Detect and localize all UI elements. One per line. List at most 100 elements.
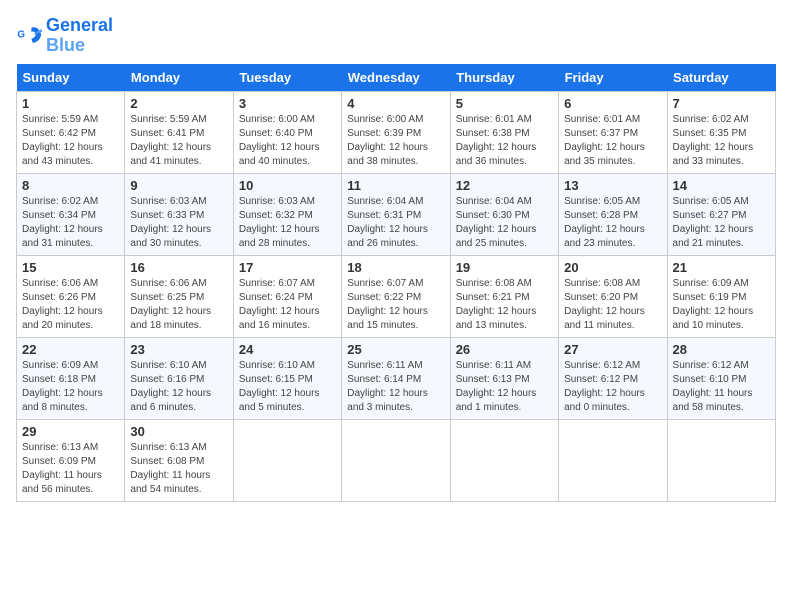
day-number: 11 xyxy=(347,178,444,193)
day-cell-4: 4 Sunrise: 6:00 AM Sunset: 6:39 PM Dayli… xyxy=(342,91,450,173)
day-cell-6: 6 Sunrise: 6:01 AM Sunset: 6:37 PM Dayli… xyxy=(559,91,667,173)
day-info: Sunrise: 6:06 AM Sunset: 6:25 PM Dayligh… xyxy=(130,277,227,333)
day-cell-2: 2 Sunrise: 5:59 AM Sunset: 6:41 PM Dayli… xyxy=(125,91,233,173)
day-info: Sunrise: 6:09 AM Sunset: 6:18 PM Dayligh… xyxy=(22,359,119,415)
day-cell-10: 10 Sunrise: 6:03 AM Sunset: 6:32 PM Dayl… xyxy=(233,173,341,255)
col-header-wednesday: Wednesday xyxy=(342,64,450,92)
day-info: Sunrise: 5:59 AM Sunset: 6:41 PM Dayligh… xyxy=(130,113,227,169)
day-cell-16: 16 Sunrise: 6:06 AM Sunset: 6:25 PM Dayl… xyxy=(125,255,233,337)
empty-cell xyxy=(342,419,450,501)
day-number: 27 xyxy=(564,342,661,357)
day-cell-28: 28 Sunrise: 6:12 AM Sunset: 6:10 PM Dayl… xyxy=(667,337,775,419)
col-header-tuesday: Tuesday xyxy=(233,64,341,92)
day-info: Sunrise: 6:01 AM Sunset: 6:38 PM Dayligh… xyxy=(456,113,553,169)
day-number: 24 xyxy=(239,342,336,357)
col-header-monday: Monday xyxy=(125,64,233,92)
day-info: Sunrise: 6:00 AM Sunset: 6:39 PM Dayligh… xyxy=(347,113,444,169)
day-number: 2 xyxy=(130,96,227,111)
day-cell-14: 14 Sunrise: 6:05 AM Sunset: 6:27 PM Dayl… xyxy=(667,173,775,255)
day-cell-19: 19 Sunrise: 6:08 AM Sunset: 6:21 PM Dayl… xyxy=(450,255,558,337)
day-cell-27: 27 Sunrise: 6:12 AM Sunset: 6:12 PM Dayl… xyxy=(559,337,667,419)
day-number: 12 xyxy=(456,178,553,193)
day-cell-5: 5 Sunrise: 6:01 AM Sunset: 6:38 PM Dayli… xyxy=(450,91,558,173)
day-number: 28 xyxy=(673,342,770,357)
day-info: Sunrise: 6:02 AM Sunset: 6:34 PM Dayligh… xyxy=(22,195,119,251)
day-cell-13: 13 Sunrise: 6:05 AM Sunset: 6:28 PM Dayl… xyxy=(559,173,667,255)
day-number: 13 xyxy=(564,178,661,193)
day-cell-24: 24 Sunrise: 6:10 AM Sunset: 6:15 PM Dayl… xyxy=(233,337,341,419)
page-header: G GeneralBlue xyxy=(16,16,776,56)
col-header-saturday: Saturday xyxy=(667,64,775,92)
day-number: 26 xyxy=(456,342,553,357)
day-cell-8: 8 Sunrise: 6:02 AM Sunset: 6:34 PM Dayli… xyxy=(17,173,125,255)
day-info: Sunrise: 6:07 AM Sunset: 6:22 PM Dayligh… xyxy=(347,277,444,333)
calendar-week-4: 22 Sunrise: 6:09 AM Sunset: 6:18 PM Dayl… xyxy=(17,337,776,419)
calendar-week-5: 29 Sunrise: 6:13 AM Sunset: 6:09 PM Dayl… xyxy=(17,419,776,501)
day-cell-18: 18 Sunrise: 6:07 AM Sunset: 6:22 PM Dayl… xyxy=(342,255,450,337)
day-number: 14 xyxy=(673,178,770,193)
day-info: Sunrise: 6:08 AM Sunset: 6:20 PM Dayligh… xyxy=(564,277,661,333)
day-info: Sunrise: 6:08 AM Sunset: 6:21 PM Dayligh… xyxy=(456,277,553,333)
day-number: 3 xyxy=(239,96,336,111)
svg-text:G: G xyxy=(17,29,25,40)
day-info: Sunrise: 6:11 AM Sunset: 6:13 PM Dayligh… xyxy=(456,359,553,415)
day-cell-1: 1 Sunrise: 5:59 AM Sunset: 6:42 PM Dayli… xyxy=(17,91,125,173)
day-number: 20 xyxy=(564,260,661,275)
day-number: 15 xyxy=(22,260,119,275)
empty-cell xyxy=(559,419,667,501)
empty-cell xyxy=(233,419,341,501)
day-number: 19 xyxy=(456,260,553,275)
day-number: 23 xyxy=(130,342,227,357)
day-number: 30 xyxy=(130,424,227,439)
day-number: 18 xyxy=(347,260,444,275)
day-cell-15: 15 Sunrise: 6:06 AM Sunset: 6:26 PM Dayl… xyxy=(17,255,125,337)
day-info: Sunrise: 6:12 AM Sunset: 6:10 PM Dayligh… xyxy=(673,359,770,415)
day-cell-29: 29 Sunrise: 6:13 AM Sunset: 6:09 PM Dayl… xyxy=(17,419,125,501)
day-info: Sunrise: 6:01 AM Sunset: 6:37 PM Dayligh… xyxy=(564,113,661,169)
day-info: Sunrise: 6:11 AM Sunset: 6:14 PM Dayligh… xyxy=(347,359,444,415)
day-cell-22: 22 Sunrise: 6:09 AM Sunset: 6:18 PM Dayl… xyxy=(17,337,125,419)
empty-cell xyxy=(450,419,558,501)
day-info: Sunrise: 6:13 AM Sunset: 6:09 PM Dayligh… xyxy=(22,441,119,497)
day-number: 6 xyxy=(564,96,661,111)
calendar-week-2: 8 Sunrise: 6:02 AM Sunset: 6:34 PM Dayli… xyxy=(17,173,776,255)
day-number: 7 xyxy=(673,96,770,111)
day-info: Sunrise: 6:02 AM Sunset: 6:35 PM Dayligh… xyxy=(673,113,770,169)
day-cell-9: 9 Sunrise: 6:03 AM Sunset: 6:33 PM Dayli… xyxy=(125,173,233,255)
day-info: Sunrise: 6:10 AM Sunset: 6:16 PM Dayligh… xyxy=(130,359,227,415)
day-cell-20: 20 Sunrise: 6:08 AM Sunset: 6:20 PM Dayl… xyxy=(559,255,667,337)
day-cell-21: 21 Sunrise: 6:09 AM Sunset: 6:19 PM Dayl… xyxy=(667,255,775,337)
day-number: 22 xyxy=(22,342,119,357)
day-cell-7: 7 Sunrise: 6:02 AM Sunset: 6:35 PM Dayli… xyxy=(667,91,775,173)
day-number: 29 xyxy=(22,424,119,439)
day-number: 17 xyxy=(239,260,336,275)
day-cell-23: 23 Sunrise: 6:10 AM Sunset: 6:16 PM Dayl… xyxy=(125,337,233,419)
empty-cell xyxy=(667,419,775,501)
day-number: 10 xyxy=(239,178,336,193)
day-info: Sunrise: 6:12 AM Sunset: 6:12 PM Dayligh… xyxy=(564,359,661,415)
day-cell-3: 3 Sunrise: 6:00 AM Sunset: 6:40 PM Dayli… xyxy=(233,91,341,173)
day-info: Sunrise: 6:09 AM Sunset: 6:19 PM Dayligh… xyxy=(673,277,770,333)
day-cell-12: 12 Sunrise: 6:04 AM Sunset: 6:30 PM Dayl… xyxy=(450,173,558,255)
calendar-table: SundayMondayTuesdayWednesdayThursdayFrid… xyxy=(16,64,776,502)
day-info: Sunrise: 6:07 AM Sunset: 6:24 PM Dayligh… xyxy=(239,277,336,333)
day-cell-30: 30 Sunrise: 6:13 AM Sunset: 6:08 PM Dayl… xyxy=(125,419,233,501)
day-info: Sunrise: 6:05 AM Sunset: 6:28 PM Dayligh… xyxy=(564,195,661,251)
day-number: 21 xyxy=(673,260,770,275)
day-cell-26: 26 Sunrise: 6:11 AM Sunset: 6:13 PM Dayl… xyxy=(450,337,558,419)
day-number: 8 xyxy=(22,178,119,193)
day-info: Sunrise: 6:03 AM Sunset: 6:32 PM Dayligh… xyxy=(239,195,336,251)
logo-icon: G xyxy=(16,22,44,50)
logo: G GeneralBlue xyxy=(16,16,113,56)
col-header-sunday: Sunday xyxy=(17,64,125,92)
day-info: Sunrise: 6:13 AM Sunset: 6:08 PM Dayligh… xyxy=(130,441,227,497)
day-number: 4 xyxy=(347,96,444,111)
calendar-week-1: 1 Sunrise: 5:59 AM Sunset: 6:42 PM Dayli… xyxy=(17,91,776,173)
col-header-friday: Friday xyxy=(559,64,667,92)
day-number: 16 xyxy=(130,260,227,275)
day-number: 25 xyxy=(347,342,444,357)
day-number: 5 xyxy=(456,96,553,111)
col-header-thursday: Thursday xyxy=(450,64,558,92)
day-cell-25: 25 Sunrise: 6:11 AM Sunset: 6:14 PM Dayl… xyxy=(342,337,450,419)
day-info: Sunrise: 6:06 AM Sunset: 6:26 PM Dayligh… xyxy=(22,277,119,333)
